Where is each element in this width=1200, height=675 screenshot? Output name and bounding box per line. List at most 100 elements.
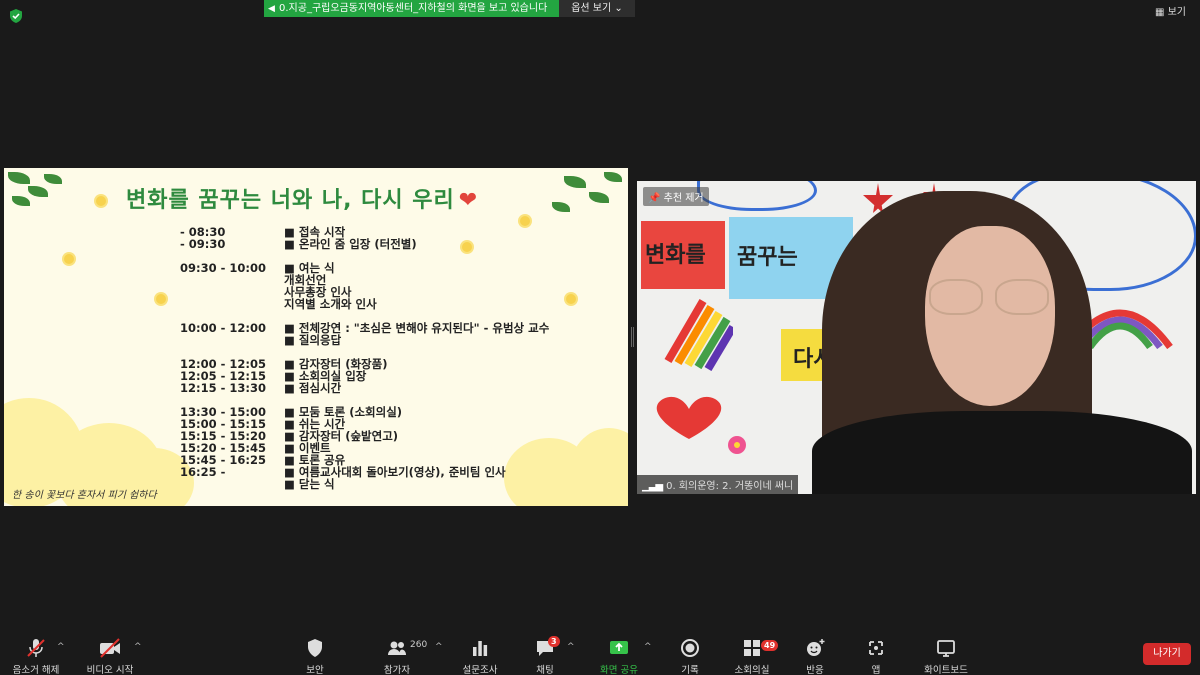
- schedule-row: 지역별 소개와 인사: [180, 298, 600, 310]
- leaf-decoration: [552, 202, 570, 212]
- view-options-label: 옵션 보기: [571, 3, 612, 14]
- leaf-decoration: [28, 186, 48, 197]
- leaf-decoration: [8, 172, 30, 184]
- pin-icon: 📌: [648, 193, 661, 204]
- security-label: 보안: [306, 665, 324, 675]
- breakout-rooms-button[interactable]: 소회의실: [730, 628, 774, 675]
- shield-icon: [308, 639, 322, 657]
- schedule-time: [180, 286, 284, 298]
- participants-count: 260: [410, 640, 428, 650]
- schedule-event: ■ 닫는 식: [284, 477, 335, 491]
- leave-meeting-button[interactable]: 나가기: [1143, 643, 1191, 665]
- flower-decoration: [64, 254, 74, 264]
- leaf-decoration: [44, 174, 62, 184]
- schedule-time: - 09:30: [180, 237, 226, 251]
- schedule-row: ■ 질의응답: [180, 334, 600, 346]
- security-button[interactable]: 보안: [294, 628, 336, 675]
- view-options-button[interactable]: 옵션 보기 ⌄: [559, 0, 635, 17]
- remove-spotlight-button[interactable]: 📌 추천 제거: [643, 187, 709, 206]
- start-video-button[interactable]: 비디오 시작: [82, 628, 138, 675]
- record-button[interactable]: 기록: [676, 628, 704, 675]
- audio-options-caret-icon[interactable]: ^: [57, 642, 65, 652]
- flower-decoration: [520, 216, 530, 226]
- whiteboard-button[interactable]: 화이트보드: [920, 628, 972, 675]
- whiteboard-label: 화이트보드: [924, 665, 968, 675]
- view-button[interactable]: ▦ 보기: [1151, 5, 1190, 21]
- leaf-decoration: [12, 196, 30, 206]
- camera-off-icon: [100, 638, 120, 658]
- schedule-time: [180, 334, 284, 346]
- microphone-muted-icon: [27, 639, 45, 657]
- schedule-row: - 09:30 ■ 온라인 줌 입장 (터전별): [180, 238, 600, 250]
- signal-strength-icon: ▁▃▅: [642, 481, 663, 492]
- participants-button[interactable]: 참가자: [376, 628, 418, 675]
- poll-bar-chart-icon: [473, 641, 488, 656]
- participant-name-tag: ▁▃▅ 0. 회의운영: 2. 거똥이네 써니: [637, 475, 799, 494]
- encryption-shield-icon[interactable]: [8, 8, 24, 24]
- flower-decoration: [156, 294, 166, 304]
- record-icon: [681, 639, 699, 657]
- flower-drawing: [728, 436, 746, 454]
- whiteboard-icon: [937, 640, 955, 657]
- schedule-event: ■ 점심시간: [284, 381, 342, 395]
- slide-title-text: 변화를 꿈꾸는 너와 나, 다시 우리: [126, 188, 455, 213]
- leaf-decoration: [589, 192, 609, 203]
- sign-letter: 변화를: [645, 243, 706, 268]
- view-label: 보기: [1167, 7, 1186, 18]
- schedule-row: 16:25 - ■ 여름교사대회 돌아보기(영상), 준비팀 인사: [180, 466, 600, 478]
- heart-icon: ❤: [458, 188, 479, 213]
- share-screen-button[interactable]: 화면 공유: [596, 628, 642, 675]
- schedule-row: 개회선언: [180, 274, 600, 286]
- schedule-row: ■ 닫는 식: [180, 478, 600, 490]
- reactions-label: 반응: [806, 665, 824, 675]
- slide-title: 변화를 꿈꾸는 너와 나, 다시 우리 ❤: [126, 182, 478, 214]
- schedule-row: 09:30 - 10:00 ■ 여는 식: [180, 262, 600, 274]
- schedule-time: [180, 478, 284, 490]
- share-screen-icon: [610, 641, 628, 654]
- chat-caret-icon[interactable]: ^: [567, 642, 575, 652]
- record-label: 기록: [681, 665, 699, 675]
- glasses-lens: [995, 279, 1049, 315]
- poll-label: 설문조사: [462, 665, 498, 675]
- poll-button[interactable]: 설문조사: [458, 628, 502, 675]
- participants-icon: [388, 641, 406, 655]
- speaker-video-tile[interactable]: 변화를 꿈꾸는 너 다시 📌 추천 제거 ▁▃▅0. 회의운영: 2. 거똥이네…: [637, 181, 1196, 494]
- heart-drawing: [656, 396, 722, 439]
- meeting-toolbar: 음소거 해제 ^ 비디오 시작 ^ 보안 참가자 260 ^ 설문조사 채팅 3…: [0, 628, 1200, 675]
- schedule-event: ■ 질의응답: [284, 333, 342, 347]
- reactions-button[interactable]: 반응: [800, 628, 830, 675]
- remove-spotlight-label: 추천 제거: [663, 193, 704, 204]
- zoom-meeting-window: ◀ 0.지공_구립오금동지역아동센터_지하철의 화면을 보고 있습니다 옵션 보기…: [0, 0, 1200, 675]
- schedule-row: 10:00 - 12:00 ■ 전체강연 : "초심은 변해야 유지된다" - 유…: [180, 322, 600, 334]
- apps-label: 앱: [871, 665, 881, 675]
- start-video-label: 비디오 시작: [86, 665, 134, 675]
- grid-view-icon: ▦: [1154, 7, 1165, 18]
- rainbow-drawing: [664, 298, 733, 371]
- breakout-badge: 49: [761, 640, 779, 651]
- panel-resize-handle[interactable]: [631, 327, 634, 347]
- unmute-label: 음소거 해제: [12, 665, 60, 675]
- schedule-event: ■ 온라인 줌 입장 (터전별): [284, 237, 417, 251]
- participant-body: [812, 411, 1192, 494]
- video-options-caret-icon[interactable]: ^: [134, 642, 142, 652]
- leaf-decoration: [564, 176, 586, 188]
- share-caret-icon[interactable]: ^: [644, 642, 652, 652]
- schedule-row: 12:15 - 13:30 ■ 점심시간: [180, 382, 600, 394]
- apps-icon: [869, 641, 883, 655]
- leaf-decoration: [604, 172, 622, 182]
- speaker-icon: ◀: [268, 4, 275, 14]
- schedule-time: [180, 274, 284, 286]
- chat-button[interactable]: 채팅: [530, 628, 560, 675]
- schedule-time: 10:00 - 12:00: [180, 321, 266, 335]
- schedule-event: 지역별 소개와 인사: [284, 297, 377, 311]
- unmute-button[interactable]: 음소거 해제: [8, 628, 64, 675]
- schedule-time: 12:15 - 13:30: [180, 381, 266, 395]
- smiley-icon: [807, 639, 825, 656]
- glasses-lens: [929, 279, 983, 315]
- share-screen-label: 화면 공유: [600, 665, 638, 675]
- apps-button[interactable]: 앱: [862, 628, 890, 675]
- schedule-time: 16:25 -: [180, 465, 226, 479]
- participants-label: 참가자: [383, 665, 411, 675]
- participants-caret-icon[interactable]: ^: [435, 642, 443, 652]
- schedule-time: 09:30 - 10:00: [180, 261, 266, 275]
